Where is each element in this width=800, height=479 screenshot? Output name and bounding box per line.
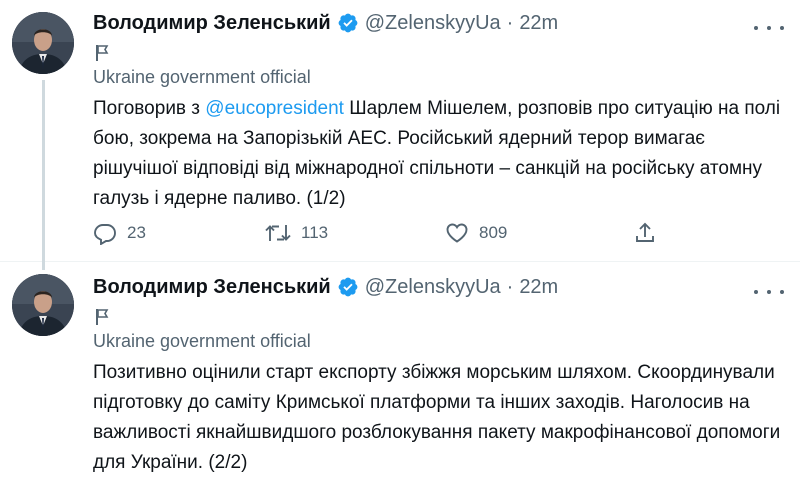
tweet-header: Володимир Зеленський @ZelenskyyUa · 22m [93,272,786,302]
government-label: Ukraine government official [93,330,311,351]
tweet-header: Володимир Зеленський @ZelenskyyUa · 22m [93,8,786,38]
tweet-text: Поговорив з @eucopresident Шарлем Мішеле… [93,94,783,214]
flag-icon [93,38,786,62]
reply-count: 23 [127,223,146,242]
mention-link[interactable]: @eucopresident [205,98,344,119]
tweet-text: Позитивно оцінили старт експорту збіжжя … [93,362,781,473]
heart-icon [446,223,468,243]
avatar-image [12,274,74,336]
avatar[interactable] [12,12,74,74]
tweet-text-start: Поговорив з [93,98,206,119]
share-button[interactable] [633,218,657,248]
like-count: 809 [479,223,508,242]
avatar[interactable] [12,274,74,336]
verified-badge-icon [337,12,359,34]
verified-badge-icon [337,276,359,298]
reply-icon [94,224,116,245]
flag-icon [93,302,786,326]
tweet-content: Володимир Зеленський @ZelenskyyUa · 22m … [93,8,786,214]
more-icon[interactable] [754,20,784,36]
tweet-content: Володимир Зеленський @ZelenskyyUa · 22m … [93,272,786,478]
share-icon [636,222,654,242]
retweet-button[interactable]: 113 [265,218,328,248]
timestamp[interactable]: 22m [519,12,558,35]
like-button[interactable]: 809 [445,218,507,248]
retweet-count: 113 [301,223,329,242]
tweet-2[interactable]: Володимир Зеленський @ZelenskyyUa · 22m … [0,262,800,479]
thread-line [42,80,45,270]
separator-dot: · [506,11,514,34]
more-icon[interactable] [754,284,784,300]
avatar-image [12,12,74,74]
tweet-actions: 23 113 809 [93,218,673,248]
author-name[interactable]: Володимир Зеленський [93,12,331,35]
reply-button[interactable]: 23 [93,218,146,248]
retweet-icon [265,225,291,241]
author-handle[interactable]: @ZelenskyyUa [365,276,501,299]
separator-dot: · [506,275,514,298]
author-handle[interactable]: @ZelenskyyUa [365,12,501,35]
government-label: Ukraine government official [93,66,311,87]
tweet-1[interactable]: Володимир Зеленський @ZelenskyyUa · 22m … [0,0,800,270]
author-name[interactable]: Володимир Зеленський [93,276,331,299]
timestamp[interactable]: 22m [519,276,558,299]
